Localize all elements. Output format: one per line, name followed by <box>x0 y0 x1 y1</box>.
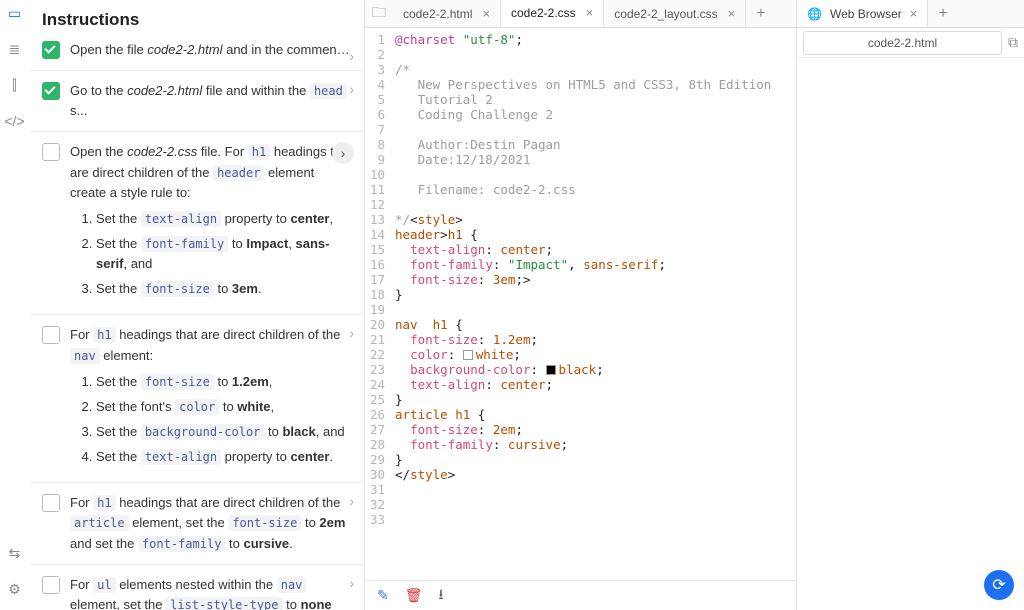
instruction-step: Open the file code2-2.html and in the co… <box>30 38 364 70</box>
download-icon[interactable]: ⭳ <box>439 584 444 608</box>
step-checkbox[interactable] <box>42 494 60 512</box>
editor-tab[interactable]: code2-2.css × <box>501 0 604 27</box>
step-checkbox[interactable] <box>42 82 60 100</box>
share-icon[interactable]: ⇆ <box>6 544 24 562</box>
settings-icon[interactable]: ⚙ <box>6 580 24 598</box>
step-checkbox[interactable] <box>42 326 60 344</box>
globe-icon: 🌐 <box>807 7 822 21</box>
step-text: Open the file code2-2.html and in the co… <box>70 40 352 60</box>
line-gutter: 1234567891011121314151617181920212223242… <box>365 28 391 580</box>
browser-panel: 🌐 Web Browser × + code2-2.html ⧉ ⟳ <box>796 0 1024 610</box>
step-text: For h1 headings that are direct children… <box>70 325 352 472</box>
browser-address-row: code2-2.html ⧉ <box>797 28 1024 58</box>
list-icon[interactable]: ≣ <box>6 40 24 58</box>
editor-tab[interactable]: code2-2.html × <box>393 0 501 27</box>
browser-tab-row: 🌐 Web Browser × + <box>797 0 1024 28</box>
instruction-step: Go to the code2-2.html file and within t… <box>30 70 364 131</box>
step-text: Open the code2-2.css file. For h1 headin… <box>70 142 352 304</box>
code-icon[interactable]: </> <box>6 112 24 130</box>
step-checkbox[interactable] <box>42 576 60 594</box>
editor-toolbar: ✎ 🗑 ⭳ <box>365 580 796 610</box>
book-icon[interactable]: ▭ <box>6 4 24 22</box>
step-text: For h1 headings that are direct children… <box>70 493 352 553</box>
chevron-right-icon[interactable]: › <box>349 48 354 64</box>
instructions-panel: Instructions Open the file code2-2.html … <box>30 0 365 610</box>
reload-button[interactable]: ⟳ <box>984 570 1014 600</box>
chart-icon[interactable]: ⫿ <box>6 76 24 94</box>
close-icon[interactable]: × <box>728 6 736 21</box>
add-tab-button[interactable]: + <box>746 5 775 23</box>
step-checkbox[interactable] <box>42 143 60 161</box>
editor-panel: 🗀 code2-2.html×code2-2.css×code2-2_layou… <box>365 0 796 610</box>
instruction-step: Open the code2-2.css file. For h1 headin… <box>30 131 364 314</box>
editor-tab[interactable]: code2-2_layout.css × <box>604 0 746 27</box>
popout-icon[interactable]: ⧉ <box>1008 34 1018 51</box>
browser-tab-label: Web Browser <box>830 7 902 21</box>
close-icon[interactable]: × <box>910 6 918 21</box>
editor-tab-row: 🗀 code2-2.html×code2-2.css×code2-2_layou… <box>365 0 796 28</box>
instructions-body[interactable]: Open the file code2-2.html and in the co… <box>30 38 364 610</box>
tab-label: code2-2_layout.css <box>614 7 717 21</box>
folder-icon[interactable]: 🗀 <box>365 2 393 26</box>
code-content[interactable]: @charset "utf-8"; /* New Perspectives on… <box>391 28 771 580</box>
left-icon-rail: ▭ ≣ ⫿ </> ⇆ ⚙ <box>0 0 30 610</box>
edit-icon[interactable]: ✎ <box>377 587 389 604</box>
instructions-title: Instructions <box>30 0 364 38</box>
tab-label: code2-2.css <box>511 6 576 20</box>
instruction-step: For ul elements nested within the nav el… <box>30 564 364 610</box>
browser-address-text: code2-2.html <box>868 36 937 50</box>
step-checkbox[interactable] <box>42 41 60 59</box>
browser-address-bar[interactable]: code2-2.html <box>803 31 1002 55</box>
chevron-right-icon[interactable]: › <box>349 493 354 509</box>
tab-label: code2-2.html <box>403 7 472 21</box>
delete-icon[interactable]: 🗑 <box>405 587 423 604</box>
chevron-right-icon[interactable]: › <box>349 575 354 591</box>
instruction-step: For h1 headings that are direct children… <box>30 482 364 563</box>
code-editor[interactable]: 1234567891011121314151617181920212223242… <box>365 28 796 580</box>
add-browser-tab-button[interactable]: + <box>928 5 957 23</box>
close-icon[interactable]: × <box>586 5 594 20</box>
browser-content: ⟳ <box>797 58 1024 610</box>
step-text: For ul elements nested within the nav el… <box>70 575 352 610</box>
step-text: Go to the code2-2.html file and within t… <box>70 81 352 121</box>
close-icon[interactable]: × <box>482 6 490 21</box>
instruction-step: For h1 headings that are direct children… <box>30 314 364 482</box>
chevron-right-icon[interactable]: › <box>349 325 354 341</box>
chevron-right-icon[interactable]: › <box>349 81 354 97</box>
browser-tab[interactable]: 🌐 Web Browser × <box>797 0 928 27</box>
